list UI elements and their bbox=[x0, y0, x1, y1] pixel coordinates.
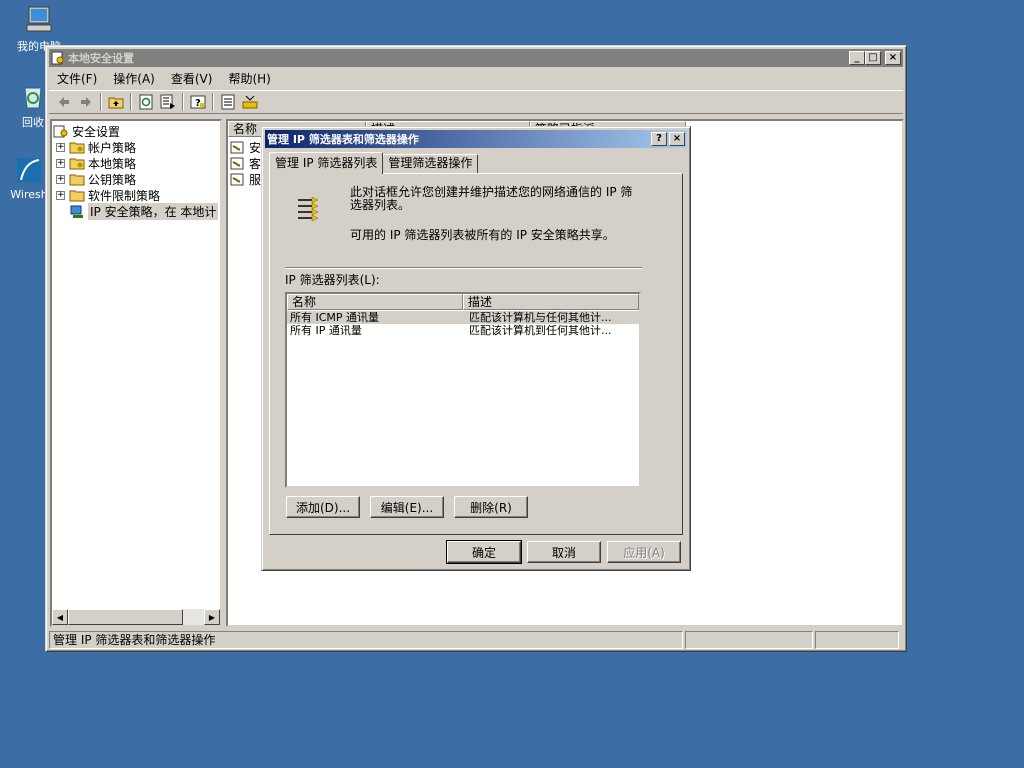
policy-folder-icon bbox=[69, 141, 85, 154]
ip-security-icon bbox=[69, 205, 85, 218]
filter-list[interactable]: 名称 描述 所有 ICMP 通讯量 匹配该计算机与任何其他计... 所有 IP … bbox=[285, 292, 641, 488]
filter-list-row[interactable]: 所有 ICMP 通讯量 匹配该计算机与任何其他计... bbox=[287, 311, 639, 324]
my-computer-icon bbox=[23, 4, 55, 36]
column-header-name[interactable]: 名称 bbox=[287, 294, 463, 310]
column-header-description[interactable]: 描述 bbox=[463, 294, 639, 310]
scroll-thumb[interactable] bbox=[68, 609, 183, 625]
toolbar-separator bbox=[100, 93, 102, 111]
wireshark-icon bbox=[13, 154, 45, 186]
tree-item-label: IP 安全策略，在 本地计 bbox=[88, 202, 219, 220]
status-panel bbox=[815, 631, 899, 649]
refresh-icon[interactable] bbox=[135, 92, 157, 112]
forward-icon[interactable] bbox=[75, 92, 97, 112]
horizontal-scrollbar[interactable]: ◀ ▶ bbox=[52, 609, 220, 625]
menu-action[interactable]: 操作(A) bbox=[105, 68, 163, 89]
maximize-button[interactable]: □ bbox=[865, 51, 881, 65]
tree-item-label: 本地策略 bbox=[88, 156, 137, 171]
folder-icon bbox=[69, 189, 85, 202]
help-icon[interactable]: ? bbox=[187, 92, 209, 112]
tree-item-label: 安全设置 bbox=[72, 124, 121, 139]
edit-button[interactable]: 编辑(E)... bbox=[370, 496, 444, 518]
ip-policy-icon bbox=[230, 141, 246, 154]
up-folder-icon[interactable] bbox=[105, 92, 127, 112]
filter-list-icon bbox=[294, 194, 322, 222]
add-button[interactable]: 添加(D)... bbox=[286, 496, 360, 518]
filter-description: 匹配该计算机到任何其他计... bbox=[469, 324, 612, 337]
tab-manage-filter-actions[interactable]: 管理筛选器操作 bbox=[382, 154, 479, 173]
title-bar[interactable]: 本地安全设置 _ □ × bbox=[49, 49, 903, 67]
tree-item-root[interactable]: 安全设置 bbox=[53, 123, 120, 139]
expand-icon[interactable]: + bbox=[56, 142, 65, 152]
dialog-title: 管理 IP 筛选器表和筛选器操作 bbox=[267, 133, 419, 146]
security-settings-icon bbox=[53, 125, 69, 138]
window-title: 本地安全设置 bbox=[68, 52, 134, 65]
description-line: 选器列表。 bbox=[350, 198, 411, 212]
minimize-button[interactable]: _ bbox=[849, 51, 865, 65]
tab-panel: 此对话框允许您创建并维护描述您的网络通信的 IP 筛 选器列表。 可用的 IP … bbox=[269, 173, 683, 535]
ip-policy-icon bbox=[230, 173, 246, 186]
shared-note: 可用的 IP 筛选器列表被所有的 IP 安全策略共享。 bbox=[350, 228, 615, 242]
toolbar: ? bbox=[49, 90, 903, 114]
toolbar-separator bbox=[182, 93, 184, 111]
tab-strip: 管理 IP 筛选器列表 管理筛选器操作 bbox=[269, 151, 479, 174]
scroll-right-icon[interactable]: ▶ bbox=[204, 609, 220, 625]
tree-item-account-policy[interactable]: + 帐户策略 bbox=[56, 139, 136, 155]
expand-icon[interactable]: + bbox=[56, 174, 65, 184]
ip-policy-icon bbox=[230, 157, 246, 170]
menu-bar: 文件(F) 操作(A) 查看(V) 帮助(H) bbox=[49, 68, 903, 88]
close-button[interactable]: × bbox=[885, 51, 901, 65]
close-button[interactable]: × bbox=[669, 132, 685, 146]
status-bar: 管理 IP 筛选器表和筛选器操作 bbox=[49, 631, 903, 649]
menu-help[interactable]: 帮助(H) bbox=[220, 68, 278, 89]
expand-icon[interactable]: + bbox=[56, 158, 65, 168]
remove-button[interactable]: 删除(R) bbox=[454, 496, 528, 518]
menu-file[interactable]: 文件(F) bbox=[49, 68, 105, 89]
status-text: 管理 IP 筛选器表和筛选器操作 bbox=[49, 631, 683, 649]
manage-ip-filter-dialog: 管理 IP 筛选器表和筛选器操作 ? × 管理 IP 筛选器列表 管理筛选器操作… bbox=[261, 126, 691, 571]
scroll-left-icon[interactable]: ◀ bbox=[52, 609, 68, 625]
help-button[interactable]: ? bbox=[651, 132, 667, 146]
toolbar-separator bbox=[212, 93, 214, 111]
expand-icon[interactable]: + bbox=[56, 190, 65, 200]
tab-manage-filter-lists[interactable]: 管理 IP 筛选器列表 bbox=[269, 152, 384, 174]
filter-list-row[interactable]: 所有 IP 通讯量 匹配该计算机到任何其他计... bbox=[287, 324, 639, 337]
policy-folder-icon bbox=[69, 157, 85, 170]
apply-button[interactable]: 应用(A) bbox=[607, 541, 681, 563]
tree-item-public-key-policy[interactable]: + 公钥策略 bbox=[56, 171, 136, 187]
filter-description: 匹配该计算机与任何其他计... bbox=[469, 311, 612, 324]
toolbar-separator bbox=[130, 93, 132, 111]
filter-list-label: IP 筛选器列表(L): bbox=[285, 273, 380, 287]
tree-item-ip-security[interactable]: IP 安全策略，在 本地计 bbox=[69, 202, 219, 220]
tree-item-label: 帐户策略 bbox=[88, 140, 137, 155]
menu-view[interactable]: 查看(V) bbox=[163, 68, 221, 89]
tree-item-software-restriction[interactable]: + 软件限制策略 bbox=[56, 187, 160, 203]
tree-item-label: 公钥策略 bbox=[88, 172, 137, 187]
policy-icon[interactable] bbox=[239, 92, 261, 112]
filter-name: 所有 ICMP 通讯量 bbox=[290, 311, 380, 324]
tree-item-label: 软件限制策略 bbox=[88, 188, 161, 203]
separator bbox=[285, 267, 642, 269]
export-list-icon[interactable] bbox=[157, 92, 179, 112]
dialog-title-bar[interactable]: 管理 IP 筛选器表和筛选器操作 ? × bbox=[265, 130, 687, 148]
dialog-description: 此对话框允许您创建并维护描述您的网络通信的 IP 筛 选器列表。 bbox=[350, 186, 650, 212]
ok-button[interactable]: 确定 bbox=[446, 540, 522, 564]
cancel-button[interactable]: 取消 bbox=[527, 541, 601, 563]
status-panel bbox=[685, 631, 813, 649]
tree-pane: 安全设置 + 帐户策略 + 本地策略 + 公钥策略 + 软件限制策略 IP 安全… bbox=[50, 119, 222, 627]
folder-icon bbox=[69, 173, 85, 186]
back-icon[interactable] bbox=[53, 92, 75, 112]
filter-name: 所有 IP 通讯量 bbox=[290, 324, 362, 337]
security-settings-icon bbox=[51, 51, 65, 65]
tree-item-local-policy[interactable]: + 本地策略 bbox=[56, 155, 136, 171]
properties-icon[interactable] bbox=[217, 92, 239, 112]
